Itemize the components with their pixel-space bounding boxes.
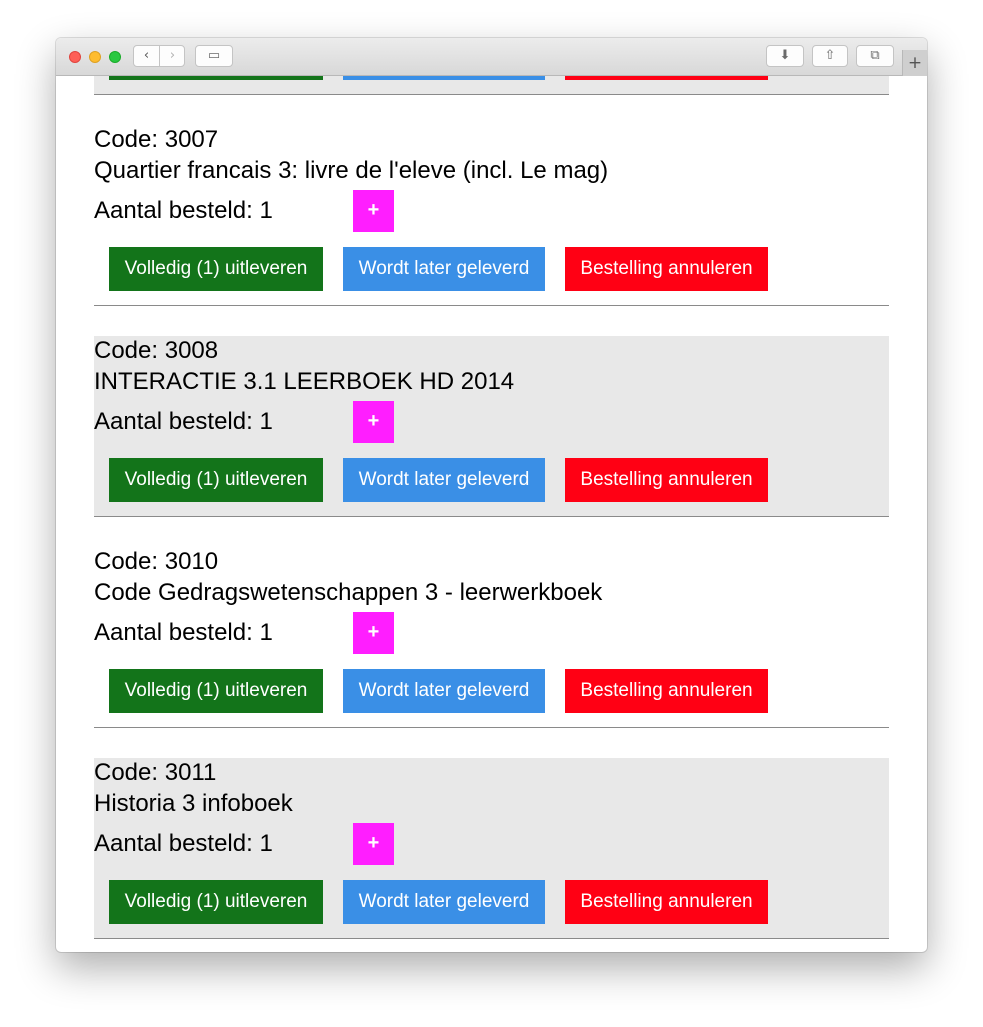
code-value: 3008 [164, 337, 219, 364]
back-icon[interactable]: ‹ [134, 46, 160, 66]
item-divider [94, 94, 889, 95]
cancel-order-button[interactable]: Bestelling annuleren [565, 880, 768, 924]
code-prefix: Code: [94, 548, 165, 575]
close-window-button[interactable] [69, 51, 81, 63]
code-value: 3011 [164, 759, 217, 786]
deliver-later-button[interactable]: Wordt later geleverd [343, 76, 545, 80]
order-entry: Code: 3010 Code Gedragswetenschappen 3 - … [94, 547, 889, 728]
forward-icon[interactable]: › [160, 46, 185, 66]
quantity-label: Aantal besteld: [94, 830, 260, 857]
browser-window: ‹ › ▭ ⬇ ⇧ ⧉ + Volledig (1) uitleveren Wor… [56, 38, 927, 952]
deliver-later-button[interactable]: Wordt later geleverd [343, 458, 545, 502]
quantity-value: 1 [259, 197, 273, 224]
deliver-later-button[interactable]: Wordt later geleverd [343, 247, 545, 291]
quantity-label: Aantal besteld: [94, 197, 260, 224]
increase-quantity-button[interactable]: + [353, 612, 394, 654]
increase-quantity-button[interactable]: + [353, 401, 394, 443]
quantity-value: 1 [259, 830, 273, 857]
zoom-window-button[interactable] [109, 51, 121, 63]
sidebar-toggle-icon[interactable]: ▭ [195, 45, 233, 67]
quantity-value: 1 [259, 619, 273, 646]
history-navigation: ‹ › [133, 45, 185, 67]
order-item: Code: 3011 Historia 3 infoboek Aantal best… [94, 758, 889, 938]
cancel-order-button[interactable]: Bestelling annuleren [565, 76, 768, 80]
quantity-ordered: Aantal besteld: 1 [94, 618, 273, 648]
new-tab-icon[interactable]: + [902, 50, 927, 76]
code-prefix: Code: [94, 337, 165, 364]
order-item: Code: 3007 Quartier francais 3: livre de … [94, 125, 889, 305]
order-entry: Code: 3011 Historia 3 infoboek Aantal best… [94, 758, 889, 939]
item-divider [94, 727, 889, 728]
order-item: Volledig (1) uitleveren Wordt later gelev… [94, 76, 889, 94]
downloads-icon[interactable]: ⬇ [766, 45, 804, 67]
deliver-later-button[interactable]: Wordt later geleverd [343, 880, 545, 924]
browser-toolbar: ‹ › ▭ ⬇ ⇧ ⧉ + [56, 38, 927, 76]
issue-fully-button[interactable]: Volledig (1) uitleveren [109, 458, 323, 502]
product-code: Code: 3011 [94, 758, 216, 788]
quantity-value: 1 [259, 408, 273, 435]
issue-fully-button[interactable]: Volledig (1) uitleveren [109, 880, 323, 924]
share-icon[interactable]: ⇧ [812, 45, 848, 67]
code-value: 3010 [164, 548, 219, 575]
issue-fully-button[interactable]: Volledig (1) uitleveren [109, 76, 323, 80]
code-value: 3007 [164, 126, 219, 153]
issue-fully-button[interactable]: Volledig (1) uitleveren [109, 247, 323, 291]
product-title: INTERACTIE 3.1 LEERBOEK HD 2014 [94, 368, 515, 395]
product-code: Code: 3010 [94, 547, 218, 577]
order-item: Code: 3008 INTERACTIE 3.1 LEERBOEK HD 201… [94, 336, 889, 516]
tab-overview-icon[interactable]: ⧉ [856, 45, 894, 67]
order-entry: Volledig (1) uitleveren Wordt later gelev… [94, 76, 889, 95]
cancel-order-button[interactable]: Bestelling annuleren [565, 247, 768, 291]
product-title: Historia 3 infoboek [94, 790, 293, 817]
cancel-order-button[interactable]: Bestelling annuleren [565, 458, 768, 502]
order-entry: Code: 3007 Quartier francais 3: livre de … [94, 125, 889, 306]
page-content[interactable]: Volledig (1) uitleveren Wordt later gelev… [56, 76, 927, 952]
cancel-order-button[interactable]: Bestelling annuleren [565, 669, 768, 713]
product-title: Code Gedragswetenschappen 3 - leerwerkbo… [94, 579, 603, 606]
minimize-window-button[interactable] [89, 51, 101, 63]
item-divider [94, 938, 889, 939]
increase-quantity-button[interactable]: + [353, 823, 394, 865]
item-divider [94, 305, 889, 306]
quantity-ordered: Aantal besteld: 1 [94, 829, 273, 859]
quantity-label: Aantal besteld: [94, 408, 260, 435]
product-code: Code: 3008 [94, 336, 218, 366]
order-list: Volledig (1) uitleveren Wordt later gelev… [94, 76, 889, 952]
code-prefix: Code: [94, 759, 165, 786]
increase-quantity-button[interactable]: + [353, 190, 394, 232]
order-item: Code: 3010 Code Gedragswetenschappen 3 - … [94, 547, 889, 727]
deliver-later-button[interactable]: Wordt later geleverd [343, 669, 545, 713]
quantity-ordered: Aantal besteld: 1 [94, 407, 273, 437]
item-divider [94, 516, 889, 517]
product-title: Quartier francais 3: livre de l'eleve (i… [94, 157, 609, 184]
code-prefix: Code: [94, 126, 165, 153]
product-code: Code: 3007 [94, 125, 218, 155]
order-entry: Code: 3008 INTERACTIE 3.1 LEERBOEK HD 201… [94, 336, 889, 517]
quantity-ordered: Aantal besteld: 1 [94, 196, 273, 226]
quantity-label: Aantal besteld: [94, 619, 260, 646]
issue-fully-button[interactable]: Volledig (1) uitleveren [109, 669, 323, 713]
